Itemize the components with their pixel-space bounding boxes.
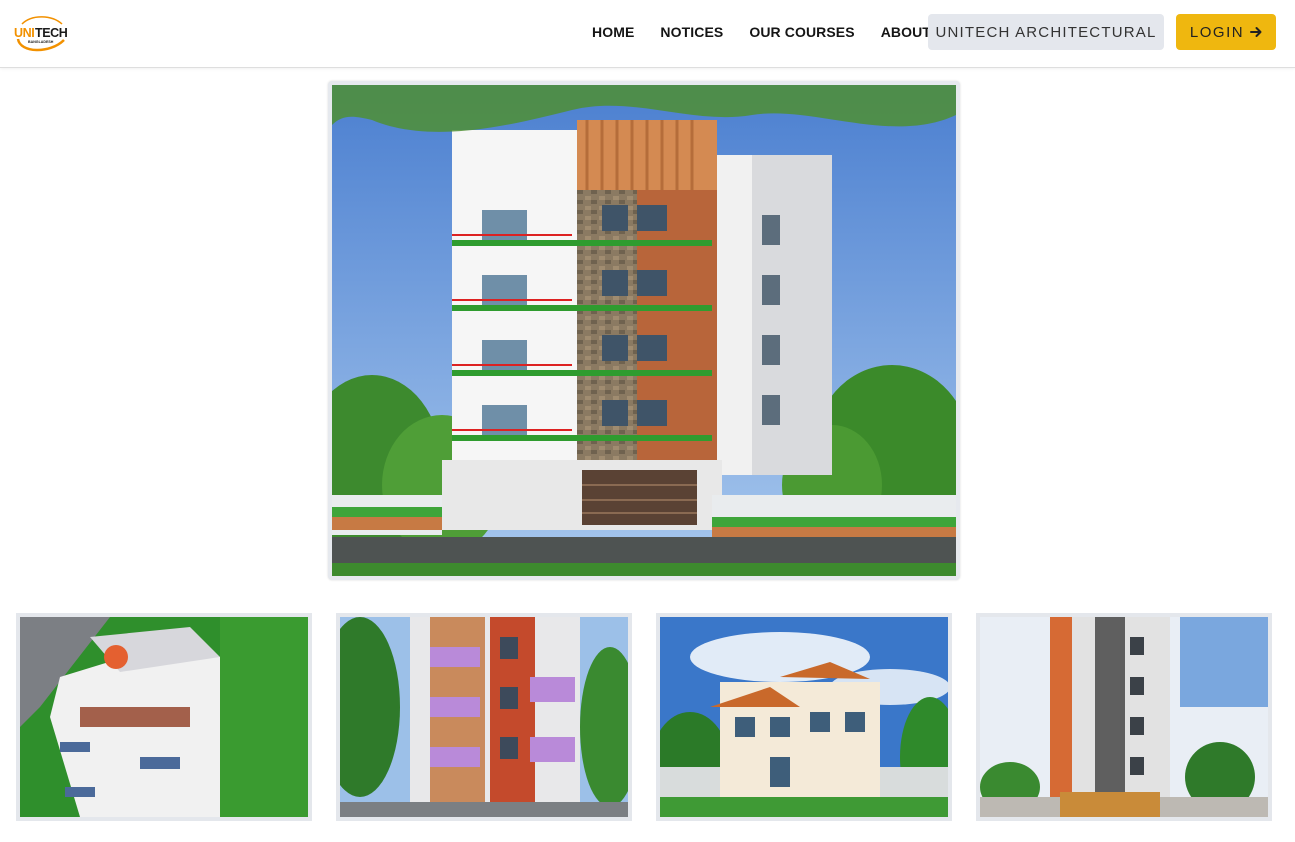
duplex-house-illustration xyxy=(660,617,948,817)
logo-subtext: BANGLADESH xyxy=(28,40,54,44)
gallery-thumbnail-4[interactable] xyxy=(976,613,1272,821)
unitech-architectural-button[interactable]: UNITECH ARCHITECTURAL xyxy=(928,14,1164,50)
login-button[interactable]: LOGIN xyxy=(1176,14,1276,50)
arrow-right-icon xyxy=(1250,27,1262,37)
unitech-logo[interactable]: UNI TECH BANGLADESH xyxy=(12,12,68,52)
gallery-thumbnail-2[interactable] xyxy=(336,613,632,821)
nav-link-notices[interactable]: NOTICES xyxy=(647,24,736,40)
hero-building-image xyxy=(328,81,960,580)
login-label: LOGIN xyxy=(1189,23,1245,41)
nav-link-our-courses[interactable]: OUR COURSES xyxy=(736,24,867,40)
logo-text-tech: TECH xyxy=(35,26,68,40)
rooftop-garden-building-illustration xyxy=(20,617,308,817)
gallery-thumbnail-1[interactable] xyxy=(16,613,312,821)
logo-text-uni: UNI xyxy=(14,26,34,40)
tall-tower-illustration xyxy=(980,617,1268,817)
hero-building-illustration xyxy=(332,85,956,576)
gallery-thumbnail-3[interactable] xyxy=(656,613,952,821)
main-nav: HOME NOTICES OUR COURSES ABOUT xyxy=(579,0,944,64)
unitech-architectural-label: UNITECH ARCHITECTURAL xyxy=(935,23,1157,41)
unitech-logo-icon: UNI TECH BANGLADESH xyxy=(14,16,68,52)
nav-link-home[interactable]: HOME xyxy=(579,24,647,40)
top-navbar: UNI TECH BANGLADESH HOME NOTICES OUR COU… xyxy=(0,0,1295,68)
colorful-apartment-illustration xyxy=(340,617,628,817)
